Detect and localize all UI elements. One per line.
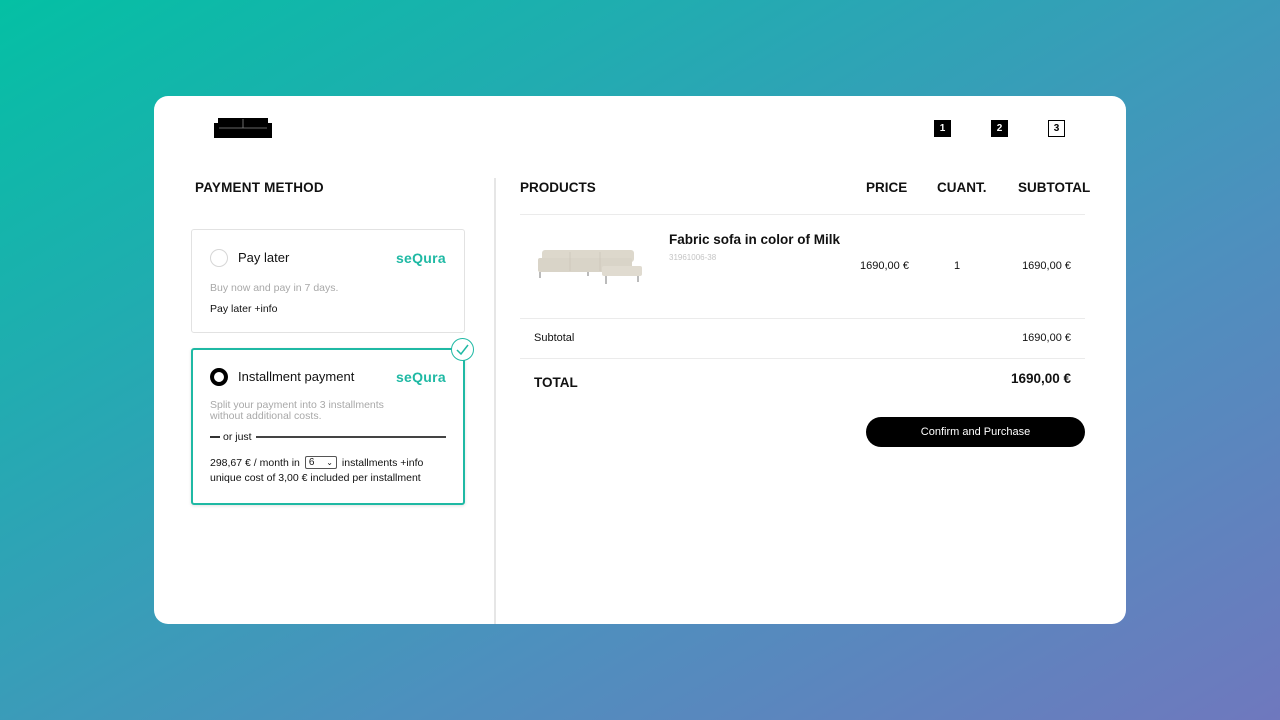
product-name[interactable]: Fabric sofa in color of Milk bbox=[669, 232, 840, 247]
installment-amount: 298,67 € / month in 6 ⌄ installments +in… bbox=[210, 456, 423, 469]
installments-info-link[interactable]: installments +info bbox=[342, 457, 423, 469]
separator-dash bbox=[210, 436, 220, 438]
subtotal-value: 1690,00 € bbox=[1022, 332, 1071, 344]
installments-select[interactable]: 6 ⌄ bbox=[304, 456, 337, 469]
total-label: TOTAL bbox=[534, 375, 578, 390]
monthly-amount: 298,67 € / month in bbox=[210, 456, 300, 469]
option-label: Pay later bbox=[238, 250, 290, 265]
subtotal-label: Subtotal bbox=[534, 332, 575, 344]
product-subtotal: 1690,00 € bbox=[1022, 260, 1071, 272]
total-value: 1690,00 € bbox=[1010, 371, 1071, 386]
or-just-separator: or just bbox=[210, 431, 446, 443]
pay-later-info-link[interactable]: Pay later +info bbox=[210, 303, 277, 315]
payment-option-installment[interactable]: Installment payment seQura Split your pa… bbox=[191, 348, 465, 505]
option-label: Installment payment bbox=[238, 369, 355, 384]
product-sku: 31961006-38 bbox=[669, 253, 717, 262]
unique-cost-text: unique cost of 3,00 € included per insta… bbox=[210, 472, 421, 484]
option-description: Buy now and pay in 7 days. bbox=[210, 282, 339, 294]
sequra-logo: seQura bbox=[395, 369, 446, 385]
payment-method-title: PAYMENT METHOD bbox=[195, 180, 324, 195]
step-3: 3 bbox=[1048, 120, 1065, 137]
payment-section: PAYMENT METHOD Pay later seQura Buy now … bbox=[154, 96, 494, 624]
column-header-products: PRODUCTS bbox=[520, 180, 596, 195]
radio-installment[interactable] bbox=[210, 368, 228, 386]
sequra-logo: seQura bbox=[395, 250, 446, 266]
radio-pay-later[interactable] bbox=[210, 249, 228, 267]
column-header-subtotal: SUBTOTAL bbox=[1018, 180, 1091, 195]
payment-option-pay-later[interactable]: Pay later seQura Buy now and pay in 7 da… bbox=[191, 229, 465, 333]
separator-line bbox=[255, 436, 446, 438]
step-1[interactable]: 1 bbox=[934, 120, 951, 137]
item-divider bbox=[520, 318, 1085, 319]
column-divider bbox=[494, 178, 496, 624]
product-price: 1690,00 € bbox=[860, 260, 909, 272]
step-2[interactable]: 2 bbox=[991, 120, 1008, 137]
product-quantity: 1 bbox=[954, 260, 961, 272]
subtotal-divider bbox=[520, 358, 1085, 359]
sofa-product-image bbox=[538, 250, 642, 284]
column-header-quantity: CUANT. bbox=[937, 180, 987, 195]
or-just-label: or just bbox=[223, 431, 252, 443]
installments-value: 6 bbox=[308, 457, 315, 468]
option-description: Split your payment into 3 installments w… bbox=[210, 399, 384, 422]
column-header-price: PRICE bbox=[866, 180, 908, 195]
chevron-down-icon: ⌄ bbox=[326, 458, 333, 467]
checkout-card: 1 2 3 PAYMENT METHOD Pay later seQura Bu… bbox=[154, 96, 1126, 624]
checkout-steps: 1 2 3 bbox=[934, 120, 1065, 137]
confirm-purchase-button[interactable]: Confirm and Purchase bbox=[866, 417, 1085, 447]
header-divider bbox=[520, 214, 1085, 215]
selected-check-icon bbox=[451, 338, 474, 361]
